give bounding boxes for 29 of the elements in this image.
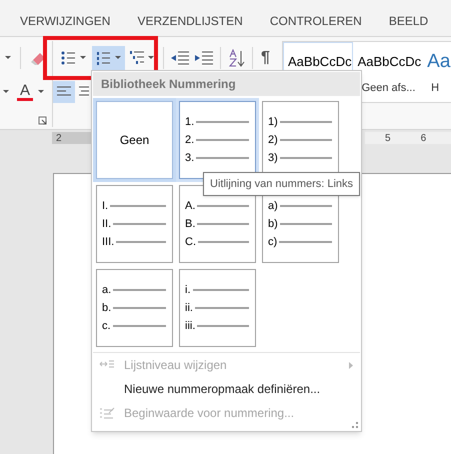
list-marker: I. <box>102 200 108 212</box>
style-preview: AaBbCcDc <box>358 53 422 71</box>
list-marker: C. <box>185 236 196 248</box>
list-marker: a. <box>102 284 112 296</box>
list-marker: II. <box>102 218 112 230</box>
list-marker: A. <box>185 200 196 212</box>
list-marker: 1. <box>185 116 194 128</box>
list-marker: 2) <box>268 134 278 146</box>
list-marker: ii. <box>185 302 193 314</box>
list-marker: b. <box>102 302 112 314</box>
ruler: 5 6 <box>365 132 451 144</box>
list-marker: i. <box>185 284 190 296</box>
list-marker: 2. <box>185 134 194 146</box>
list-marker: a) <box>268 200 278 212</box>
list-marker: c. <box>102 320 111 332</box>
list-marker: B. <box>185 218 196 230</box>
style-label: Geen afs... <box>360 81 416 96</box>
style-preview: AaBbCcDc <box>288 53 352 71</box>
list-marker: III. <box>102 236 114 248</box>
style-label: H <box>430 81 440 96</box>
list-marker: 1) <box>268 116 278 128</box>
list-marker: iii. <box>185 320 196 332</box>
list-marker: b) <box>268 218 278 230</box>
style-preview: Aa <box>427 52 451 72</box>
tooltip: Uitlijning van nummers: Links <box>203 172 360 196</box>
list-marker: 3) <box>268 152 278 164</box>
menu-header: Bibliotheek Nummering <box>93 72 360 96</box>
list-marker: c) <box>268 236 278 248</box>
list-marker: 3. <box>185 152 194 164</box>
